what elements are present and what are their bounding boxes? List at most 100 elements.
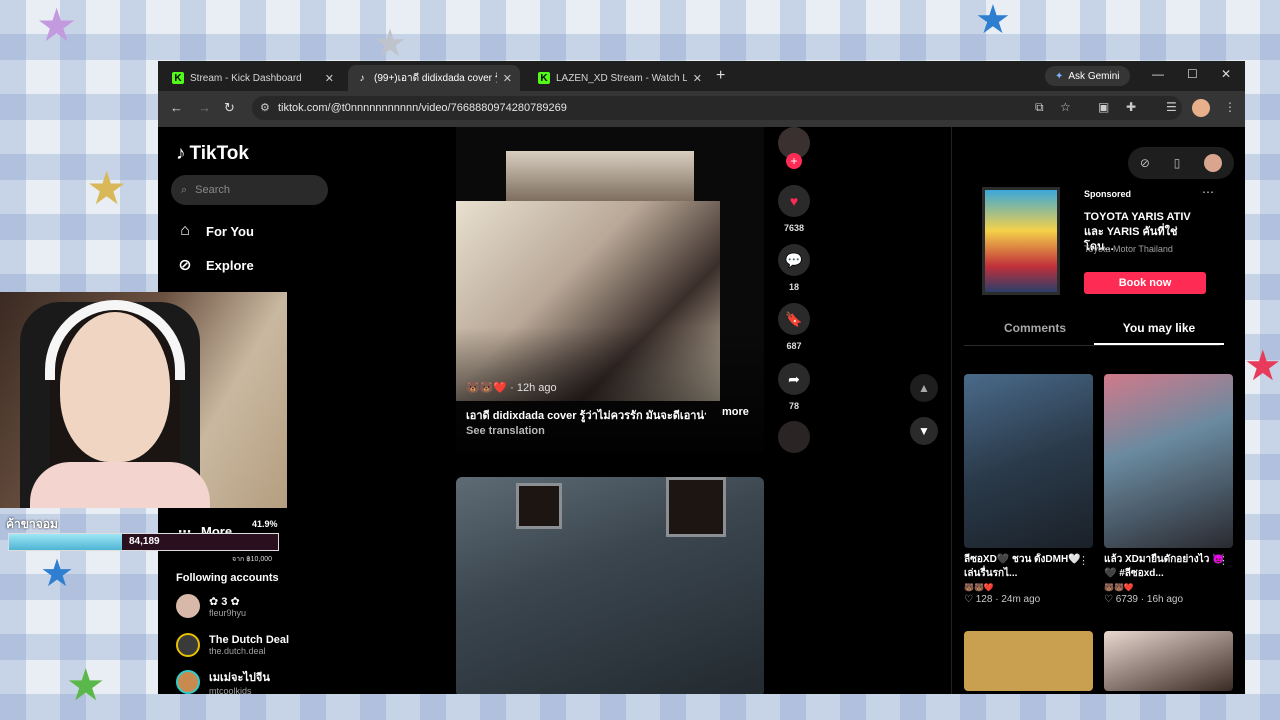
- star-sticker: ★: [40, 553, 75, 595]
- site-info-icon[interactable]: ⚙: [260, 101, 270, 114]
- goal-target: จาก ฿10,000: [232, 556, 273, 563]
- tiktok-icon: ♪: [359, 72, 365, 84]
- creator-avatar-button[interactable]: +: [774, 127, 814, 169]
- gemini-sparkle-icon: ✦: [1055, 70, 1064, 82]
- recommended-video-card[interactable]: แล้ว XDมายืนดักอย่างไว 👿🖤 #ลีซอxd... 🐻🐻❤…: [1104, 374, 1233, 605]
- comment-button[interactable]: 💬 18: [774, 244, 814, 292]
- music-disc-button[interactable]: [774, 421, 814, 453]
- following-account[interactable]: ✿ 3 ✿ fleur9hyu: [176, 594, 246, 618]
- compass-icon[interactable]: ⊘: [1140, 156, 1150, 170]
- avatar: [176, 594, 200, 618]
- tab-comments[interactable]: Comments: [970, 321, 1100, 345]
- extension-icon[interactable]: ▣: [1098, 100, 1109, 114]
- kick-icon: K: [172, 72, 184, 84]
- save-button[interactable]: 🔖 687: [774, 303, 814, 351]
- action-bar: + ♥ 7638 💬 18 🔖 687 ➦ 78: [774, 127, 814, 457]
- follow-plus-icon[interactable]: +: [786, 153, 802, 169]
- star-sticker: ★: [36, 0, 78, 51]
- video-frame: [516, 483, 562, 529]
- profile-avatar[interactable]: [1192, 99, 1210, 117]
- caption-more-button[interactable]: more: [722, 406, 749, 418]
- chevron-up-icon: ▲: [918, 381, 930, 395]
- ad-brand: Toyota Motor Thailand: [1084, 244, 1173, 254]
- donation-goal-bar: 84,189: [8, 533, 279, 551]
- menu-kebab-icon[interactable]: ⋮: [1224, 100, 1236, 114]
- goal-label: ค้าขาจอม: [6, 517, 58, 531]
- tab-you-may-like[interactable]: You may like: [1094, 321, 1224, 345]
- share-icon: ➦: [778, 363, 810, 395]
- recommended-video-card[interactable]: ลีซอXD🖤 ชวน ตั้งDMH🤍 เล่นรื่นรกไ... 🐻🐻❤️…: [964, 374, 1093, 605]
- tiktok-logo[interactable]: ♪ TikTok: [176, 143, 249, 165]
- search-input[interactable]: ⌕ Search: [171, 175, 328, 205]
- address-bar-row: ← → ↻ ⚙ tiktok.com/@t0nnnnnnnnnnn/video/…: [158, 91, 1245, 127]
- back-icon[interactable]: ←: [170, 100, 183, 115]
- next-video[interactable]: [456, 477, 764, 694]
- ask-gemini-button[interactable]: ✦ Ask Gemini: [1045, 66, 1130, 86]
- star-sticker: ★: [86, 162, 128, 214]
- install-app-icon[interactable]: ⧉: [1035, 100, 1044, 115]
- home-icon: ⌂: [180, 222, 190, 239]
- maximize-icon[interactable]: ☐: [1187, 67, 1198, 81]
- book-now-button[interactable]: Book now: [1084, 272, 1206, 294]
- following-account[interactable]: เมเม่จะไปจีน mtcoolkids: [176, 668, 270, 694]
- compass-icon: ⊘: [178, 257, 192, 274]
- reading-list-icon[interactable]: ☰: [1166, 100, 1177, 114]
- video-caption: เอาดี didixdada cover รู้ว่าไม่ควรรัก มั…: [466, 410, 706, 422]
- close-tab-icon[interactable]: ✕: [693, 72, 702, 85]
- video-meta: 🐻🐻❤️ · 12h ago: [466, 382, 557, 394]
- ad-image[interactable]: [982, 187, 1060, 295]
- minimize-icon[interactable]: —: [1152, 67, 1164, 81]
- tab-lazen-stream[interactable]: K LAZEN_XD Stream - Watch Live ✕: [530, 65, 710, 91]
- tiktok-note-icon: ♪: [176, 143, 186, 164]
- reload-icon[interactable]: ↻: [224, 100, 235, 116]
- avatar[interactable]: [1204, 154, 1223, 172]
- card-stats: ♡ 6739 · 16h ago: [1104, 594, 1184, 605]
- recommended-video-card[interactable]: [964, 631, 1093, 691]
- tab-kick-dashboard[interactable]: K Stream - Kick Dashboard ✕: [164, 65, 342, 91]
- kick-icon: K: [538, 72, 550, 84]
- avatar: [176, 633, 200, 657]
- bookmark-icon: 🔖: [778, 303, 810, 335]
- tiktok-page: ♪ TikTok ⌕ Search ⌂ For You ⊘ Explore ⋯ …: [158, 127, 1245, 694]
- scroll-down-button[interactable]: ▼: [910, 417, 938, 445]
- music-disc-icon: [778, 421, 810, 453]
- nav-explore[interactable]: ⊘ Explore: [176, 256, 253, 274]
- video-thumbnail: [1104, 374, 1233, 548]
- close-tab-icon[interactable]: ✕: [503, 72, 512, 85]
- star-sticker: ★: [373, 23, 408, 65]
- tab-divider: [964, 345, 1220, 346]
- scroll-up-button[interactable]: ▲: [910, 374, 938, 402]
- chevron-down-icon: ▼: [918, 424, 930, 438]
- puzzle-icon[interactable]: ✚: [1126, 100, 1136, 114]
- tab-tiktok-video[interactable]: ♪ (99+)เอาดี didixdada cover รู้ว่าไม่ ✕: [348, 65, 520, 91]
- recommended-video-card[interactable]: [1104, 631, 1233, 691]
- right-toolbar: ⊘ ▯: [1128, 147, 1234, 179]
- nav-for-you[interactable]: ⌂ For You: [176, 222, 254, 240]
- right-panel: ⊘ ▯ Sponsored ⋯ TOYOTA YARIS ATIV และ YA…: [951, 127, 1245, 694]
- comment-icon: 💬: [778, 244, 810, 276]
- close-window-icon[interactable]: ✕: [1221, 67, 1231, 81]
- ad-menu-icon[interactable]: ⋯: [1202, 185, 1214, 199]
- video-thumbnail: [964, 374, 1093, 548]
- browser-window: K Stream - Kick Dashboard ✕ ♪ (99+)เอาดี…: [158, 61, 1245, 694]
- search-icon: ⌕: [181, 183, 188, 196]
- video-player[interactable]: 🐻🐻❤️ · 12h ago เอาดี didixdada cover รู้…: [456, 127, 764, 453]
- phone-icon[interactable]: ▯: [1174, 156, 1181, 170]
- see-translation-link[interactable]: See translation: [466, 425, 545, 437]
- new-tab-button[interactable]: +: [716, 67, 725, 85]
- following-header: Following accounts: [176, 572, 279, 584]
- share-button[interactable]: ➦ 78: [774, 363, 814, 411]
- bookmark-star-icon[interactable]: ☆: [1060, 100, 1071, 114]
- close-tab-icon[interactable]: ✕: [325, 72, 334, 85]
- like-button[interactable]: ♥ 7638: [774, 185, 814, 233]
- star-sticker: ★: [66, 661, 106, 710]
- video-frame: [506, 151, 694, 203]
- following-account[interactable]: The Dutch Deal the.dutch.deal: [176, 633, 289, 657]
- forward-icon[interactable]: →: [198, 100, 211, 115]
- goal-percent: 41.9%: [252, 519, 278, 529]
- sponsored-label: Sponsored: [1084, 189, 1132, 199]
- card-stats: ♡ 128 · 24m ago: [964, 594, 1041, 605]
- card-menu-icon[interactable]: ⋮: [1218, 554, 1229, 567]
- star-sticker: ★: [975, 0, 1011, 42]
- card-menu-icon[interactable]: ⋮: [1078, 554, 1089, 567]
